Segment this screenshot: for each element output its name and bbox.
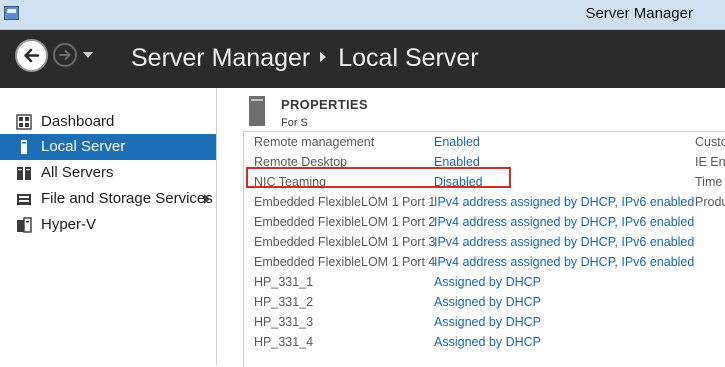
history-dropdown-icon[interactable]	[83, 52, 93, 58]
properties-subtitle: For S	[281, 116, 354, 129]
sidebar-item-local-server[interactable]: Local Server	[0, 134, 216, 160]
window-title: Server Manager	[585, 5, 693, 22]
property-value-link[interactable]: Assigned by DHCP	[434, 335, 541, 349]
property-value-link[interactable]: IPv4 address assigned by DHCP, IPv6 enab…	[434, 215, 694, 229]
property-value-link[interactable]: Assigned by DHCP	[434, 295, 541, 309]
sidebar-item-label: Local Server	[41, 138, 126, 155]
property-value-link[interactable]: IPv4 address assigned by DHCP, IPv6 enab…	[434, 195, 694, 209]
property-name-right-column: Produ	[695, 195, 725, 209]
property-name: HP_331_3	[254, 315, 314, 329]
property-name: Embedded FlexibleLOM 1 Port 4	[254, 255, 436, 269]
property-value-link[interactable]: IPv4 address assigned by DHCP, IPv6 enab…	[434, 255, 694, 269]
forward-arrow-icon	[59, 50, 71, 60]
property-value-link[interactable]: Assigned by DHCP	[434, 315, 541, 329]
sidebar-item-label: File and Storage Services	[41, 190, 213, 207]
property-name-right-column: IE Enh	[695, 155, 725, 169]
property-value-link[interactable]: Assigned by DHCP	[434, 275, 541, 289]
property-name: Embedded FlexibleLOM 1 Port 2	[254, 215, 436, 229]
hyperv-icon	[17, 217, 32, 233]
title-bar: Server Manager	[0, 0, 725, 30]
dashboard-icon	[16, 114, 32, 130]
property-value-link[interactable]: Enabled	[434, 135, 480, 149]
sidebar: Dashboard Local Server All Servers File …	[0, 88, 217, 365]
sidebar-item-label: Dashboard	[41, 113, 115, 130]
expand-arrow-icon[interactable]	[204, 194, 210, 204]
forward-button[interactable]	[53, 43, 77, 67]
property-name: Embedded FlexibleLOM 1 Port 1	[254, 195, 436, 209]
breadcrumb-separator-icon	[320, 52, 327, 63]
properties-subtitle-text: For S	[281, 117, 308, 129]
property-value-link[interactable]: IPv4 address assigned by DHCP, IPv6 enab…	[434, 235, 694, 249]
property-name-right-column: Custo	[695, 135, 725, 149]
property-name-right-column: Time z	[695, 175, 725, 189]
servers-icon	[17, 167, 31, 180]
sidebar-item-all-servers[interactable]: All Servers	[0, 160, 216, 186]
storage-icon	[17, 194, 31, 205]
sidebar-item-dashboard[interactable]: Dashboard	[0, 109, 216, 135]
server-icon	[21, 140, 27, 154]
header-bar: Server Manager Local Server	[0, 30, 725, 88]
sidebar-item-hyper-v[interactable]: Hyper-V	[0, 212, 216, 238]
sidebar-item-label: Hyper-V	[41, 216, 97, 233]
property-name: Remote management	[254, 135, 375, 149]
property-name: Embedded FlexibleLOM 1 Port 3	[254, 235, 436, 249]
properties-server-icon	[249, 96, 265, 126]
property-name: HP_331_2	[254, 295, 314, 309]
property-name: HP_331_4	[254, 335, 314, 349]
sidebar-item-label: All Servers	[41, 164, 114, 181]
main-content: PROPERTIES For S Remote management Enable…	[217, 88, 725, 367]
back-button[interactable]	[15, 39, 48, 72]
server-manager-app-icon	[4, 6, 19, 20]
nic-teaming-highlight-box	[246, 167, 511, 188]
breadcrumb: Server Manager Local Server	[131, 44, 479, 73]
back-arrow-icon	[24, 48, 40, 63]
redacted-server-name	[307, 116, 354, 126]
property-name: HP_331_1	[254, 275, 314, 289]
breadcrumb-server-manager[interactable]: Server Manager	[131, 44, 310, 72]
sidebar-item-file-storage[interactable]: File and Storage Services	[0, 186, 216, 212]
properties-title: PROPERTIES	[281, 97, 368, 112]
breadcrumb-local-server: Local Server	[338, 44, 479, 72]
